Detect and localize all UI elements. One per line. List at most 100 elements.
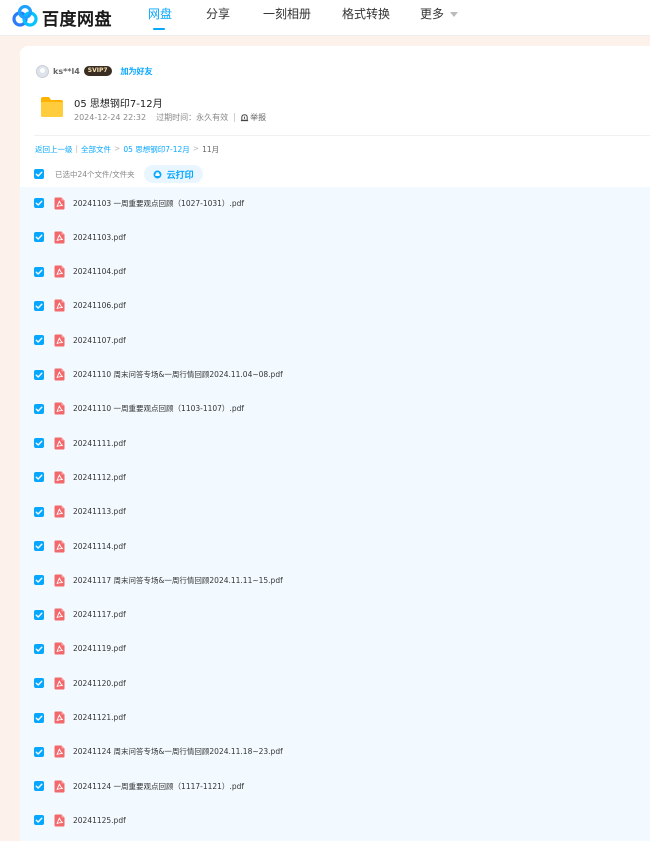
file-name[interactable]: 20241103.pdf <box>73 233 126 242</box>
file-row[interactable]: 20241120.pdf <box>20 666 650 700</box>
file-checkbox[interactable] <box>34 369 44 380</box>
file-checkbox[interactable] <box>34 335 44 346</box>
file-row[interactable]: 20241104.pdf <box>20 255 650 289</box>
breadcrumb-parent[interactable]: 05 思想钢印7-12月 <box>123 144 189 155</box>
file-row[interactable]: 20241124 周末问答专场&一周行情回顾2024.11.18~23.pdf <box>20 735 650 769</box>
file-name[interactable]: 20241107.pdf <box>73 336 126 345</box>
file-row[interactable]: 20241112.pdf <box>20 460 650 494</box>
file-name[interactable]: 20241103 一周重要观点回顾（1027-1031）.pdf <box>73 198 244 209</box>
nav-tab-netdisk[interactable]: 网盘 <box>148 0 206 36</box>
file-row[interactable]: 20241114.pdf <box>20 529 650 563</box>
expire-text: 过期时间：永久有效 <box>156 113 229 122</box>
file-row[interactable]: 20241117 周末问答专场&一周行情回顾2024.11.11~15.pdf <box>20 563 650 597</box>
file-name[interactable]: 20241124 周末问答专场&一周行情回顾2024.11.18~23.pdf <box>73 746 283 757</box>
folder-title: 05 思想钢印7-12月 <box>74 99 163 110</box>
file-checkbox[interactable] <box>34 678 44 689</box>
file-row[interactable]: 20241103 一周重要观点回顾（1027-1031）.pdf <box>20 186 650 220</box>
file-row[interactable]: 20241110 一周重要观点回顾（1103-1107）.pdf <box>20 392 650 426</box>
file-checkbox[interactable] <box>34 232 44 243</box>
file-checkbox[interactable] <box>34 541 44 551</box>
file-checkbox[interactable] <box>34 815 44 826</box>
pdf-file-icon <box>54 437 65 450</box>
selected-count: 已选中24个文件/文件夹 <box>55 169 135 179</box>
file-name[interactable]: 20241121.pdf <box>73 713 126 722</box>
select-all-checkbox[interactable] <box>34 169 44 179</box>
pdf-file-icon <box>54 642 65 655</box>
file-name[interactable]: 20241113.pdf <box>73 507 126 516</box>
avatar[interactable] <box>36 64 49 78</box>
file-name[interactable]: 20241106.pdf <box>73 301 126 310</box>
file-row[interactable]: 20241125.pdf <box>20 803 650 837</box>
file-name[interactable]: 20241120.pdf <box>73 679 126 688</box>
checkbox-checked-icon <box>35 543 43 549</box>
checkbox-checked-icon <box>35 577 43 583</box>
file-checkbox[interactable] <box>34 643 44 654</box>
file-row[interactable]: 20241110 周末问答专场&一周行情回顾2024.11.04~08.pdf <box>20 358 650 392</box>
nav-tab-share[interactable]: 分享 <box>206 0 263 36</box>
add-friend-link[interactable]: 加为好友 <box>121 66 153 77</box>
checkbox-checked-icon <box>35 715 43 721</box>
file-checkbox[interactable] <box>34 609 44 620</box>
pdf-file-icon <box>54 265 65 278</box>
file-name[interactable]: 20241111.pdf <box>73 439 126 448</box>
main-nav: 网盘 分享 一刻相册 格式转换 更多 <box>148 0 470 36</box>
file-checkbox[interactable] <box>34 746 44 757</box>
file-name[interactable]: 20241124 一周重要观点回顾（1117-1121）.pdf <box>73 781 244 792</box>
file-checkbox[interactable] <box>34 438 44 449</box>
file-checkbox[interactable] <box>34 712 44 723</box>
file-row[interactable]: 20241113.pdf <box>20 495 650 529</box>
selection-toolbar: 已选中24个文件/文件夹 云打印 <box>34 164 203 184</box>
file-checkbox[interactable] <box>34 781 44 792</box>
file-row[interactable]: 20241111.pdf <box>20 426 650 460</box>
file-name[interactable]: 20241110 一周重要观点回顾（1103-1107）.pdf <box>73 403 244 414</box>
breadcrumb-pipe: | <box>75 144 79 153</box>
file-checkbox[interactable] <box>34 506 44 517</box>
svip-badge: SVIP7 <box>83 66 112 76</box>
share-card: ks**l4 SVIP7 加为好友 05 思想钢印7-12月 2024-12-2… <box>20 46 650 841</box>
file-row[interactable]: 20241119.pdf <box>20 632 650 666</box>
nav-tab-moment-album[interactable]: 一刻相册 <box>263 0 342 36</box>
file-row[interactable]: 20241103.pdf <box>20 220 650 254</box>
file-row[interactable]: 20241117.pdf <box>20 598 650 632</box>
folder-icon <box>41 97 63 117</box>
file-checkbox[interactable] <box>34 300 44 311</box>
baidu-netdisk-logo-icon <box>12 5 38 27</box>
checkbox-checked-icon <box>35 612 43 618</box>
report-button[interactable]: 举报 <box>240 112 266 123</box>
file-checkbox[interactable] <box>34 266 44 277</box>
file-row[interactable]: 20241107.pdf <box>20 323 650 357</box>
nav-tab-format-convert[interactable]: 格式转换 <box>342 0 420 36</box>
file-checkbox[interactable] <box>34 472 44 483</box>
chevron-down-icon <box>450 12 459 17</box>
file-row[interactable]: 20241124 一周重要观点回顾（1117-1121）.pdf <box>20 769 650 803</box>
file-checkbox[interactable] <box>34 403 44 414</box>
pdf-file-icon <box>54 402 65 415</box>
nav-tab-more[interactable]: 更多 <box>420 0 470 36</box>
file-list: 20241103 一周重要观点回顾（1027-1031）.pdf 20241103… <box>20 187 650 841</box>
pdf-file-icon <box>54 745 65 758</box>
checkbox-checked-icon <box>35 749 43 755</box>
cloud-print-label: 云打印 <box>166 170 194 181</box>
checkbox-checked-icon <box>35 406 43 412</box>
file-checkbox[interactable] <box>34 575 44 586</box>
file-row[interactable]: 20241121.pdf <box>20 701 650 735</box>
file-name[interactable]: 20241125.pdf <box>73 816 126 825</box>
file-row[interactable]: 20241106.pdf <box>20 289 650 323</box>
breadcrumb-back[interactable]: 返回上一级 <box>35 144 73 155</box>
file-name[interactable]: 20241104.pdf <box>73 267 126 276</box>
breadcrumb-root[interactable]: 全部文件 <box>81 144 111 155</box>
file-name[interactable]: 20241114.pdf <box>73 542 126 551</box>
file-name[interactable]: 20241117.pdf <box>73 610 126 619</box>
file-name[interactable]: 20241119.pdf <box>73 644 126 653</box>
pdf-file-icon <box>54 608 65 621</box>
checkbox-checked-icon <box>35 509 43 515</box>
file-name[interactable]: 20241112.pdf <box>73 473 126 482</box>
file-name[interactable]: 20241117 周末问答专场&一周行情回顾2024.11.11~15.pdf <box>73 575 283 586</box>
pdf-file-icon <box>54 231 65 244</box>
file-checkbox[interactable] <box>34 198 44 208</box>
checkbox-checked-icon <box>35 200 43 206</box>
sharer-name[interactable]: ks**l4 <box>53 67 80 76</box>
brand-logo[interactable]: 百度网盘 <box>12 4 112 30</box>
file-name[interactable]: 20241110 周末问答专场&一周行情回顾2024.11.04~08.pdf <box>73 369 283 380</box>
cloud-print-button[interactable]: 云打印 <box>143 165 203 183</box>
